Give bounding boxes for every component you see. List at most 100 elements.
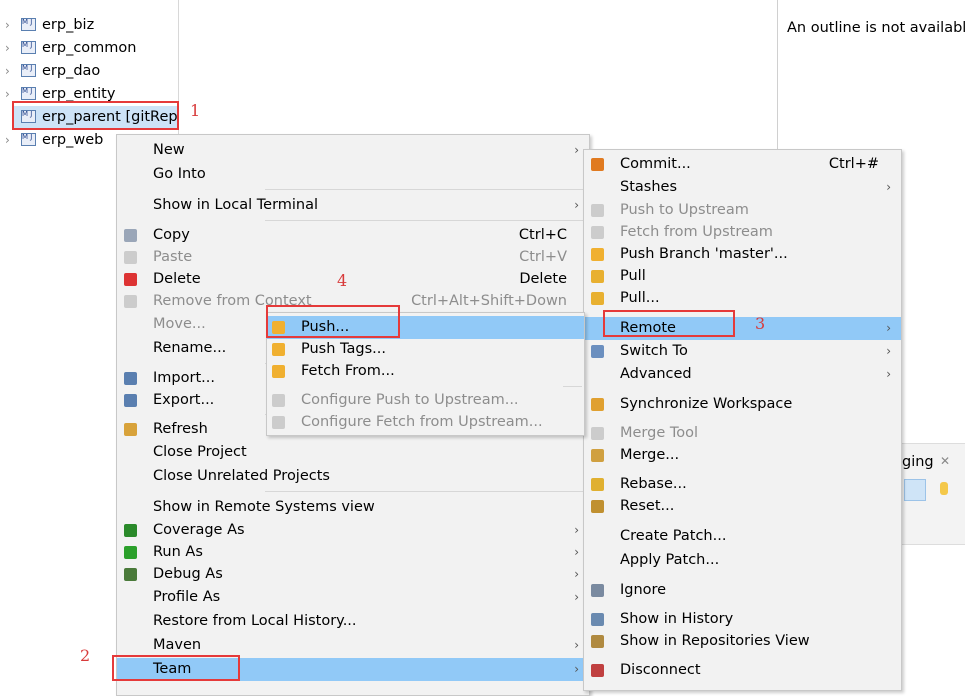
debug-icon (124, 568, 137, 581)
export-icon (124, 394, 137, 407)
expand-arrow-icon[interactable]: › (5, 83, 10, 105)
menu-item-label: Commit... (620, 156, 691, 172)
menu-item-label: Show in Repositories View (620, 633, 810, 649)
expand-arrow-icon[interactable]: › (5, 14, 10, 36)
ignore-icon (591, 584, 604, 597)
menu-item-rebase[interactable]: Rebase... (584, 473, 901, 496)
menu-item-pull[interactable]: Pull (584, 265, 901, 288)
menu-item-merge-tool[interactable]: Merge Tool (584, 422, 901, 445)
menu-item-fetch-from[interactable]: Fetch From... (267, 360, 584, 383)
annotation-box-step3 (603, 310, 735, 337)
rebase-icon (591, 478, 604, 491)
expand-arrow-icon[interactable]: › (5, 60, 10, 82)
menu-item-label: Pull (620, 268, 646, 284)
menu-item-new[interactable]: New › (117, 139, 589, 162)
menu-item-fetch-from-upstream[interactable]: Fetch from Upstream (584, 221, 901, 244)
menu-item-push-branch-master[interactable]: Push Branch 'master'... (584, 243, 901, 266)
project-label: erp_biz (42, 17, 95, 33)
menu-item-go-into[interactable]: Go Into (117, 163, 589, 186)
menu-item-restore-from-local-history[interactable]: Restore from Local History... (117, 610, 589, 633)
menu-item-advanced[interactable]: Advanced › (584, 363, 901, 386)
chevron-right-icon: › (886, 367, 891, 381)
menu-item-stashes[interactable]: Stashes › (584, 176, 901, 199)
menu-item-switch-to[interactable]: Switch To › (584, 340, 901, 363)
menu-item-shortcut: Ctrl+# (828, 156, 879, 172)
annotation-number-step1: 1 (190, 101, 201, 120)
menu-item-ignore[interactable]: Ignore (584, 579, 901, 602)
menu-item-paste[interactable]: Paste Ctrl+V (117, 246, 589, 269)
menu-item-label: Create Patch... (620, 528, 727, 544)
menu-item-label: Copy (153, 227, 190, 243)
menu-item-close-project[interactable]: Close Project (117, 441, 589, 464)
remove-context-icon (124, 295, 137, 308)
expand-arrow-icon[interactable]: › (5, 37, 10, 59)
menu-separator (265, 220, 587, 221)
menu-item-label: Configure Fetch from Upstream... (301, 414, 543, 430)
configure-fetch-icon (272, 416, 285, 429)
project-icon: M J (21, 133, 36, 146)
menu-item-disconnect[interactable]: Disconnect (584, 659, 901, 682)
menu-item-label: Export... (153, 392, 215, 408)
menu-item-commit[interactable]: Commit... Ctrl+# (584, 153, 901, 176)
chevron-right-icon: › (886, 180, 891, 194)
menu-item-show-in-remote-systems-view[interactable]: Show in Remote Systems view (117, 496, 589, 519)
menu-item-profile-as[interactable]: Profile As › (117, 586, 589, 609)
fetch-upstream-icon (591, 226, 604, 239)
refresh-icon (124, 423, 137, 436)
menu-item-shortcut: Delete (519, 271, 567, 287)
menu-separator (563, 386, 582, 387)
menu-item-show-in-local-terminal[interactable]: Show in Local Terminal › (117, 194, 589, 217)
menu-item-push-to-upstream[interactable]: Push to Upstream (584, 199, 901, 222)
tree-item-erp-biz[interactable]: › M J erp_biz (0, 14, 178, 36)
menu-item-label: Ignore (620, 582, 667, 598)
menu-item-label: Advanced (620, 366, 692, 382)
menu-item-maven[interactable]: Maven › (117, 634, 589, 657)
project-icon: M J (21, 18, 36, 31)
chevron-right-icon: › (574, 590, 579, 604)
menu-item-close-unrelated-projects[interactable]: Close Unrelated Projects (117, 465, 589, 488)
menu-item-run-as[interactable]: Run As › (117, 541, 589, 564)
menu-item-label: Show in Local Terminal (153, 197, 319, 213)
merge-tool-icon (591, 427, 604, 440)
menu-item-coverage-as[interactable]: Coverage As › (117, 519, 589, 542)
menu-item-configure-fetch-from-upstream[interactable]: Configure Fetch from Upstream... (267, 411, 584, 434)
menu-item-label: Apply Patch... (620, 552, 720, 568)
menu-item-label: Reset... (620, 498, 675, 514)
coverage-icon (124, 524, 137, 537)
menu-item-label: Coverage As (153, 522, 245, 538)
menu-item-label: Fetch from Upstream (620, 224, 773, 240)
menu-item-apply-patch[interactable]: Apply Patch... (584, 549, 901, 572)
delete-icon (124, 273, 137, 286)
annotation-number-step4: 4 (337, 271, 348, 290)
menu-item-show-in-repositories-view[interactable]: Show in Repositories View (584, 630, 901, 653)
menu-item-pull[interactable]: Pull... (584, 287, 901, 310)
menu-item-synchronize-workspace[interactable]: Synchronize Workspace (584, 393, 901, 416)
menu-item-delete[interactable]: Delete Delete (117, 268, 589, 291)
tree-item-erp-dao[interactable]: › M J erp_dao (0, 60, 178, 82)
menu-item-label: Import... (153, 370, 215, 386)
menu-item-copy[interactable]: Copy Ctrl+C (117, 224, 589, 247)
menu-item-configure-push-to-upstream[interactable]: Configure Push to Upstream... (267, 389, 584, 412)
menu-item-label: Maven (153, 637, 202, 653)
menu-item-debug-as[interactable]: Debug As › (117, 563, 589, 586)
database-icon[interactable] (940, 482, 948, 495)
menu-separator (265, 491, 587, 492)
push-upstream-icon (591, 204, 604, 217)
tree-item-erp-common[interactable]: › M J erp_common (0, 37, 178, 59)
close-icon[interactable]: ✕ (940, 454, 950, 468)
menu-item-label: Restore from Local History... (153, 613, 357, 629)
reset-icon (591, 500, 604, 513)
project-icon: M J (21, 41, 36, 54)
menu-item-label: Rebase... (620, 476, 687, 492)
chevron-right-icon: › (886, 321, 891, 335)
staging-tab-label[interactable]: ging (902, 454, 934, 470)
menu-item-label: Merge... (620, 447, 680, 463)
menu-item-merge[interactable]: Merge... (584, 444, 901, 467)
menu-item-reset[interactable]: Reset... (584, 495, 901, 518)
menu-item-push-tags[interactable]: Push Tags... (267, 338, 584, 361)
expand-arrow-icon[interactable]: › (5, 129, 10, 151)
menu-item-label: Rename... (153, 340, 227, 356)
menu-item-show-in-history[interactable]: Show in History (584, 608, 901, 631)
menu-item-create-patch[interactable]: Create Patch... (584, 525, 901, 548)
link-icon[interactable] (904, 479, 926, 501)
